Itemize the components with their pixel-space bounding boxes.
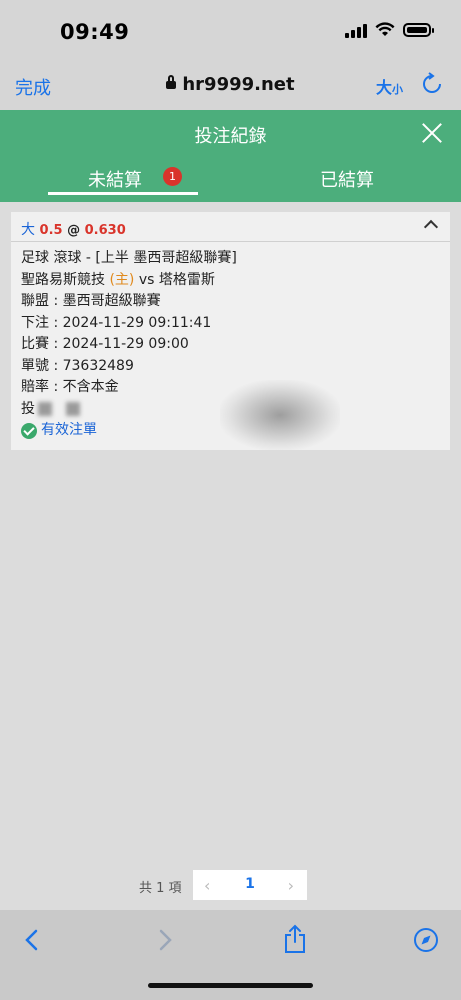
share-icon[interactable] (283, 924, 307, 954)
pager-controls: ‹ 1 › (193, 870, 307, 900)
forward-icon[interactable] (155, 928, 175, 952)
away-team: 塔格雷斯 (158, 271, 215, 288)
bet-card-header[interactable]: 大 0.5 @ 0.630 (11, 212, 450, 242)
browser-url-bar: 完成 hr9999.net 大小 (0, 60, 461, 110)
tab-unsettled[interactable]: 未結算 (88, 166, 142, 192)
modal-header: 投注紀錄 (0, 110, 461, 156)
redacted-mark (66, 401, 80, 416)
bet-handicap: 0.5 (39, 223, 63, 238)
vs-label: vs (138, 271, 155, 288)
bet-selection: 大 0.5 @ 0.630 (21, 219, 126, 239)
wifi-icon (375, 22, 395, 36)
match-time: 比賽 : 2024-11-29 09:00 (21, 336, 189, 352)
page-title: 投注紀錄 (194, 126, 267, 147)
stake-label: 投 (21, 400, 35, 417)
placed-time: 下注 : 2024-11-29 09:11:41 (21, 314, 212, 331)
check-circle-icon (21, 422, 37, 439)
match-line: 聖路易斯競技 (主) vs 塔格雷斯 (21, 270, 440, 292)
tab-bar: 未結算 1 已結算 (0, 156, 461, 202)
sport-line: 足球 滾球 - [上半 墨西哥超級聯賽] (21, 250, 237, 266)
bet-at: @ (67, 223, 81, 238)
url-text: hr9999.net (182, 74, 295, 95)
reload-icon[interactable] (421, 72, 443, 96)
tab-settled[interactable]: 已結算 (320, 166, 374, 192)
bet-type: 大 (21, 222, 35, 238)
lock-icon (166, 75, 177, 89)
home-tag: (主) (109, 271, 135, 288)
bet-status-label: 有效注單 (41, 422, 97, 438)
status-time: 09:49 (60, 20, 130, 44)
home-team: 聖路易斯競技 (21, 271, 105, 288)
back-icon[interactable] (22, 928, 42, 952)
total-count: 共 1 項 (139, 881, 182, 896)
next-page-button[interactable]: › (288, 876, 294, 895)
redacted-mark (38, 401, 52, 416)
active-tab-indicator (48, 192, 198, 195)
unsettled-count-badge: 1 (163, 167, 182, 186)
signal-icon (345, 22, 367, 38)
chevron-up-icon[interactable] (423, 219, 439, 235)
compass-icon[interactable] (413, 927, 439, 953)
redaction-smudge (220, 380, 340, 450)
status-icons (345, 22, 434, 38)
text-size-button[interactable]: 大小 (376, 74, 403, 98)
bet-odds: 0.630 (84, 223, 126, 238)
home-indicator (148, 983, 313, 988)
battery-icon (403, 23, 434, 37)
pagination: 共 1 項 ‹ 1 › (0, 870, 461, 900)
ticket-number: 單號 : 73632489 (21, 357, 134, 374)
close-icon[interactable] (421, 122, 443, 144)
league-line: 聯盟 : 墨西哥超級聯賽 (21, 293, 161, 309)
status-bar: 09:49 (0, 0, 461, 60)
